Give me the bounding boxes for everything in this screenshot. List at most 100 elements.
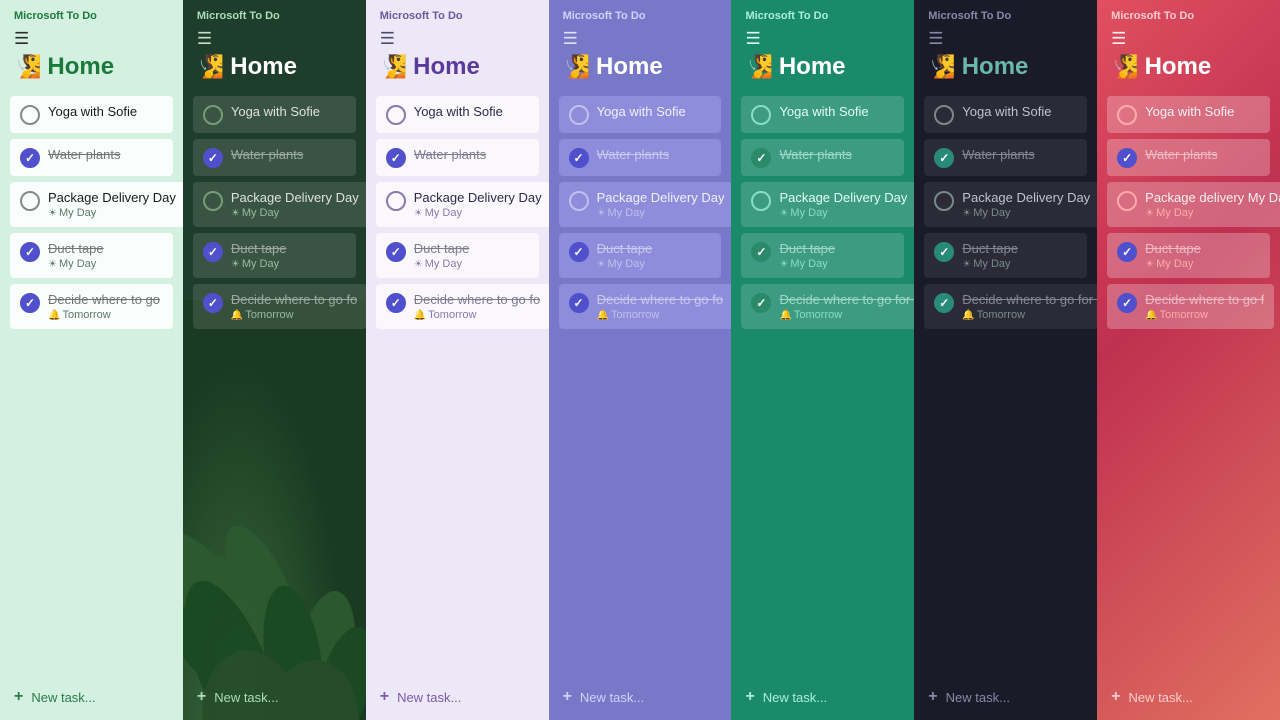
task-name: Yoga with Sofie (962, 104, 1077, 119)
task-item[interactable]: Yoga with Sofie (183, 93, 366, 136)
task-checkbox[interactable]: ✓ (20, 293, 40, 313)
task-item[interactable]: ✓Water plants (366, 136, 549, 179)
task-checkbox[interactable] (751, 191, 771, 211)
task-checkbox[interactable] (569, 191, 589, 211)
task-checkbox[interactable]: ✓ (934, 242, 954, 262)
task-checkbox[interactable]: ✓ (751, 242, 771, 262)
task-checkbox[interactable] (20, 191, 40, 211)
task-item[interactable]: ✓Decide where to go for t🔔Tomorrow (731, 281, 914, 332)
panel-header: ☰🧏Home (183, 26, 366, 91)
panel-filler (1097, 385, 1280, 675)
task-item[interactable]: ✓Water plants (731, 136, 914, 179)
task-item[interactable]: ✓Duct tape☀My Day (1097, 230, 1280, 281)
new-task-footer[interactable]: +New task... (731, 674, 914, 720)
new-task-footer[interactable]: +New task... (0, 674, 183, 720)
home-title: 🧏Home (380, 53, 535, 81)
task-item[interactable]: Yoga with Sofie (366, 93, 549, 136)
task-item[interactable]: ✓Duct tape☀My Day (0, 230, 183, 281)
task-item[interactable]: ✓Water plants (914, 136, 1097, 179)
menu-icon[interactable]: ☰ (380, 30, 535, 47)
task-list: Yoga with Sofie ✓ Water plants Package Deli… (183, 91, 366, 385)
task-checkbox[interactable]: ✓ (20, 242, 40, 262)
menu-icon[interactable]: ☰ (197, 30, 352, 47)
new-task-footer[interactable]: +New task... (366, 674, 549, 720)
new-task-footer[interactable]: +New task... (914, 674, 1097, 720)
task-item[interactable]: ✓Duct tape☀My Day (914, 230, 1097, 281)
task-checkbox[interactable] (386, 105, 406, 125)
task-item[interactable]: Yoga with Sofie (1097, 93, 1280, 136)
task-item[interactable]: Package Delivery Day☀My Day (914, 179, 1097, 230)
task-checkbox[interactable]: ✓ (569, 148, 589, 168)
task-meta: ☀My Day (962, 207, 1090, 219)
task-checkbox[interactable]: ✓ (751, 148, 771, 168)
task-item[interactable]: Yoga with Sofie (914, 93, 1097, 136)
task-item[interactable]: Package Delivery Day☀My Day (366, 179, 549, 230)
task-checkbox[interactable]: ✓ (203, 148, 223, 168)
task-checkbox[interactable] (569, 105, 589, 125)
task-item[interactable]: ✓ Water plants (183, 136, 366, 179)
task-checkbox[interactable]: ✓ (386, 148, 406, 168)
task-checkbox[interactable] (203, 191, 223, 211)
task-checkbox[interactable] (934, 105, 954, 125)
task-checkbox[interactable] (20, 105, 40, 125)
task-checkbox[interactable] (934, 191, 954, 211)
task-item[interactable]: Package delivery My Day☀My Day (1097, 179, 1280, 230)
task-item[interactable]: ✓Decide where to go for t🔔Tomorrow (914, 281, 1097, 332)
task-item[interactable]: ✓Decide where to go fo🔔Tomorrow (366, 281, 549, 332)
menu-icon[interactable]: ☰ (14, 30, 169, 47)
task-checkbox[interactable]: ✓ (569, 242, 589, 262)
task-item[interactable]: Yoga with Sofie (731, 93, 914, 136)
task-item[interactable]: ✓Duct tape☀My Day (366, 230, 549, 281)
menu-icon[interactable]: ☰ (1111, 30, 1266, 47)
task-item[interactable]: ✓Decide where to go fo🔔Tomorrow (549, 281, 732, 332)
task-checkbox[interactable]: ✓ (203, 242, 223, 262)
menu-icon[interactable]: ☰ (563, 30, 718, 47)
menu-icon[interactable]: ☰ (928, 30, 1083, 47)
task-item[interactable]: Package Delivery Day☀My Day (731, 179, 914, 230)
task-text-block: Decide where to go🔔Tomorrow (48, 292, 163, 321)
task-item[interactable]: ✓Duct tape☀My Day (731, 230, 914, 281)
task-item[interactable]: Yoga with Sofie (549, 93, 732, 136)
new-task-footer[interactable]: +New task... (549, 674, 732, 720)
task-checkbox[interactable]: ✓ (386, 242, 406, 262)
task-item[interactable]: ✓Duct tape☀My Day (549, 230, 732, 281)
new-task-footer[interactable]: +New task... (183, 674, 366, 720)
task-item[interactable]: Package Delivery Day☀My Day (549, 179, 732, 230)
task-item[interactable]: ✓Water plants (1097, 136, 1280, 179)
task-checkbox[interactable]: ✓ (751, 293, 771, 313)
task-checkbox[interactable]: ✓ (1117, 293, 1137, 313)
panel-4: Microsoft To Do☰🧏HomeYoga with Sofie✓Wat… (549, 0, 732, 720)
task-text-block: Water plants (597, 147, 712, 162)
task-checkbox[interactable] (1117, 105, 1137, 125)
task-name: Water plants (231, 147, 346, 162)
task-item[interactable]: ✓Decide where to go fo🔔Tomorrow (183, 281, 366, 332)
task-item-inner: ✓Decide where to go for t🔔Tomorrow (741, 284, 914, 329)
task-item[interactable]: ✓Water plants (0, 136, 183, 179)
task-meta: ☀My Day (597, 258, 712, 270)
task-checkbox[interactable] (386, 191, 406, 211)
task-item[interactable]: Yoga with Sofie (0, 93, 183, 136)
task-checkbox[interactable]: ✓ (1117, 148, 1137, 168)
task-checkbox[interactable]: ✓ (569, 293, 589, 313)
task-checkbox[interactable]: ✓ (386, 293, 406, 313)
meta-text: My Day (425, 258, 462, 270)
task-item-inner: Yoga with Sofie (376, 96, 539, 133)
task-checkbox[interactable] (751, 105, 771, 125)
task-checkbox[interactable]: ✓ (1117, 242, 1137, 262)
task-checkbox[interactable]: ✓ (934, 148, 954, 168)
task-checkbox[interactable]: ✓ (203, 293, 223, 313)
task-item-inner: ✓Duct tape☀My Day (10, 233, 173, 278)
task-item[interactable]: Package Delivery Day☀My Day (0, 179, 183, 230)
task-item[interactable]: ✓ Water plants (549, 136, 732, 179)
task-checkbox[interactable] (1117, 191, 1137, 211)
task-item[interactable]: ✓ Decide where to go🔔Tomorrow (0, 281, 183, 332)
task-item[interactable]: ✓Decide where to go f🔔Tomorrow (1097, 281, 1280, 332)
menu-icon[interactable]: ☰ (745, 30, 900, 47)
task-checkbox[interactable]: ✓ (934, 293, 954, 313)
task-item[interactable]: ✓Duct tape☀My Day (183, 230, 366, 281)
new-task-footer[interactable]: +New task... (1097, 674, 1280, 720)
task-item[interactable]: Package Delivery Day☀My Day (183, 179, 366, 230)
task-checkbox[interactable]: ✓ (20, 148, 40, 168)
task-checkbox[interactable] (203, 105, 223, 125)
meta-icon: ☀ (779, 208, 788, 219)
